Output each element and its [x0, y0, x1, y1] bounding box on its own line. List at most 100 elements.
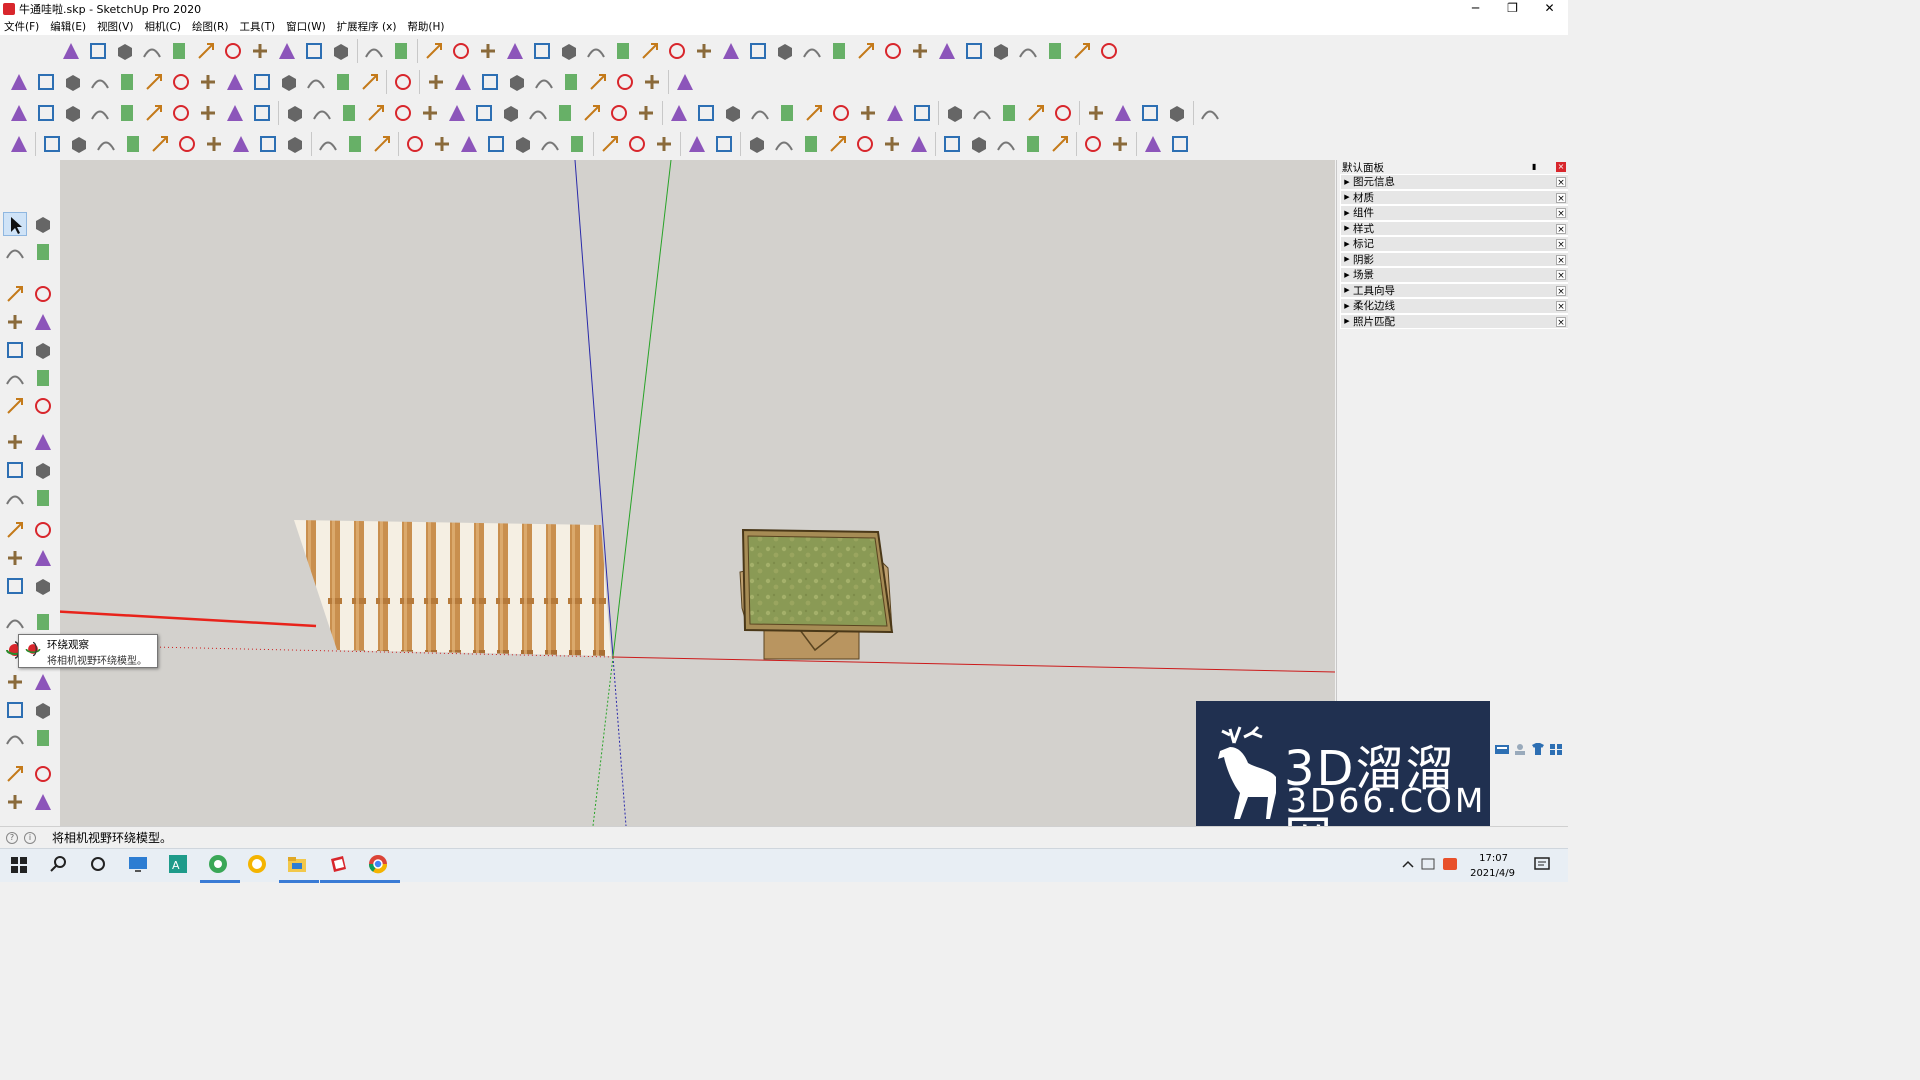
tray-panel-item[interactable]: ▶ 阴影 ×	[1340, 251, 1568, 267]
extension-tool-button[interactable]	[693, 40, 715, 62]
tray-panel-item[interactable]: ▶ 柔化边线 ×	[1340, 298, 1568, 314]
shirt-icon[interactable]	[1530, 742, 1546, 756]
main-tool-button[interactable]	[485, 133, 507, 155]
view-camera-tool-button[interactable]	[857, 102, 879, 124]
expand-arrow-icon[interactable]: ▶	[1341, 302, 1353, 310]
main-tool-button[interactable]	[539, 133, 561, 155]
view-camera-tool-button[interactable]	[500, 102, 522, 124]
main-tool-button[interactable]	[908, 133, 930, 155]
left-tool-button[interactable]	[3, 310, 27, 334]
expand-arrow-icon[interactable]: ▶	[1341, 178, 1353, 186]
left-tool-button[interactable]	[3, 762, 27, 786]
left-tool-button[interactable]	[31, 338, 55, 362]
view-camera-tool-button[interactable]	[35, 102, 57, 124]
curve-tool-button[interactable]	[251, 71, 273, 93]
panel-close-icon[interactable]: ×	[1556, 301, 1566, 312]
view-camera-tool-button[interactable]	[446, 102, 468, 124]
main-tool-button[interactable]	[68, 133, 90, 155]
main-tool-button[interactable]	[653, 133, 675, 155]
expand-arrow-icon[interactable]: ▶	[1341, 255, 1353, 263]
view-camera-tool-button[interactable]	[635, 102, 657, 124]
extension-tool-button[interactable]	[303, 40, 325, 62]
left-tool-button[interactable]	[31, 282, 55, 306]
curve-tool-button[interactable]	[224, 71, 246, 93]
left-tool-button[interactable]	[31, 762, 55, 786]
view-camera-tool-button[interactable]	[473, 102, 495, 124]
curve-tool-button[interactable]	[452, 71, 474, 93]
left-tool-button[interactable]	[31, 366, 55, 390]
view-camera-tool-button[interactable]	[1052, 102, 1074, 124]
expand-arrow-icon[interactable]: ▶	[1341, 224, 1353, 232]
menu-help[interactable]: 帮助(H)	[407, 19, 444, 34]
main-tool-button[interactable]	[317, 133, 339, 155]
left-tool-button[interactable]	[3, 394, 27, 418]
left-tool-button[interactable]	[3, 486, 27, 510]
tray-panel-item[interactable]: ▶ 场景 ×	[1340, 267, 1568, 283]
extension-tool-button[interactable]	[450, 40, 472, 62]
main-tool-button[interactable]	[854, 133, 876, 155]
extension-tool-button[interactable]	[774, 40, 796, 62]
extension-tool-button[interactable]	[936, 40, 958, 62]
keyboard-icon[interactable]	[1494, 742, 1510, 756]
left-tool-button[interactable]	[3, 458, 27, 482]
menu-edit[interactable]: 编辑(E)	[50, 19, 86, 34]
curve-tool-button[interactable]	[425, 71, 447, 93]
curve-tool-button[interactable]	[560, 71, 582, 93]
left-tool-button[interactable]	[31, 458, 55, 482]
main-tool-button[interactable]	[284, 133, 306, 155]
left-tool-button[interactable]	[3, 670, 27, 694]
view-camera-tool-button[interactable]	[392, 102, 414, 124]
extension-tool-button[interactable]	[1017, 40, 1039, 62]
main-tool-button[interactable]	[512, 133, 534, 155]
left-tool-button[interactable]	[3, 366, 27, 390]
extension-tool-button[interactable]	[855, 40, 877, 62]
extension-tool-button[interactable]	[1098, 40, 1120, 62]
left-tool-button[interactable]	[31, 790, 55, 814]
main-tool-button[interactable]	[95, 133, 117, 155]
search-icon[interactable]	[48, 853, 74, 879]
extension-tool-button[interactable]	[909, 40, 931, 62]
left-tool-button[interactable]	[3, 546, 27, 570]
expand-arrow-icon[interactable]: ▶	[1341, 209, 1353, 217]
extension-tool-button[interactable]	[612, 40, 634, 62]
view-camera-tool-button[interactable]	[1166, 102, 1188, 124]
view-camera-tool-button[interactable]	[311, 102, 333, 124]
view-camera-tool-button[interactable]	[143, 102, 165, 124]
extension-tool-button[interactable]	[558, 40, 580, 62]
curve-tool-button[interactable]	[143, 71, 165, 93]
left-tool-button[interactable]	[31, 212, 55, 236]
curve-tool-button[interactable]	[278, 71, 300, 93]
left-tool-button[interactable]	[3, 430, 27, 454]
curve-tool-button[interactable]	[197, 71, 219, 93]
extension-tool-button[interactable]	[222, 40, 244, 62]
extension-tool-button[interactable]	[141, 40, 163, 62]
view-camera-tool-button[interactable]	[8, 102, 30, 124]
panel-close-icon[interactable]: ×	[1556, 239, 1566, 250]
pin-icon[interactable]: ▮	[1532, 162, 1542, 172]
extension-tool-button[interactable]	[1044, 40, 1066, 62]
extension-tool-button[interactable]	[195, 40, 217, 62]
tray-panel-item[interactable]: ▶ 材质 ×	[1340, 189, 1568, 205]
view-camera-tool-button[interactable]	[251, 102, 273, 124]
extension-tool-button[interactable]	[666, 40, 688, 62]
curve-tool-button[interactable]	[8, 71, 30, 93]
main-tool-button[interactable]	[746, 133, 768, 155]
close-button[interactable]: ✕	[1531, 0, 1568, 18]
extension-tool-button[interactable]	[531, 40, 553, 62]
curve-tool-button[interactable]	[392, 71, 414, 93]
chrome-app-icon[interactable]	[360, 853, 400, 883]
extension-tool-button[interactable]	[882, 40, 904, 62]
extension-tool-button[interactable]	[477, 40, 499, 62]
clock-date[interactable]: 2021/4/9	[1470, 868, 1515, 879]
view-camera-tool-button[interactable]	[695, 102, 717, 124]
main-tool-button[interactable]	[941, 133, 963, 155]
tray-chevron-icon[interactable]	[1400, 853, 1416, 879]
main-tool-button[interactable]	[713, 133, 735, 155]
view-camera-tool-button[interactable]	[749, 102, 771, 124]
main-tool-button[interactable]	[1082, 133, 1104, 155]
extension-tool-button[interactable]	[363, 40, 385, 62]
extension-tool-button[interactable]	[276, 40, 298, 62]
curve-tool-button[interactable]	[62, 71, 84, 93]
curve-tool-button[interactable]	[641, 71, 663, 93]
main-tool-button[interactable]	[458, 133, 480, 155]
